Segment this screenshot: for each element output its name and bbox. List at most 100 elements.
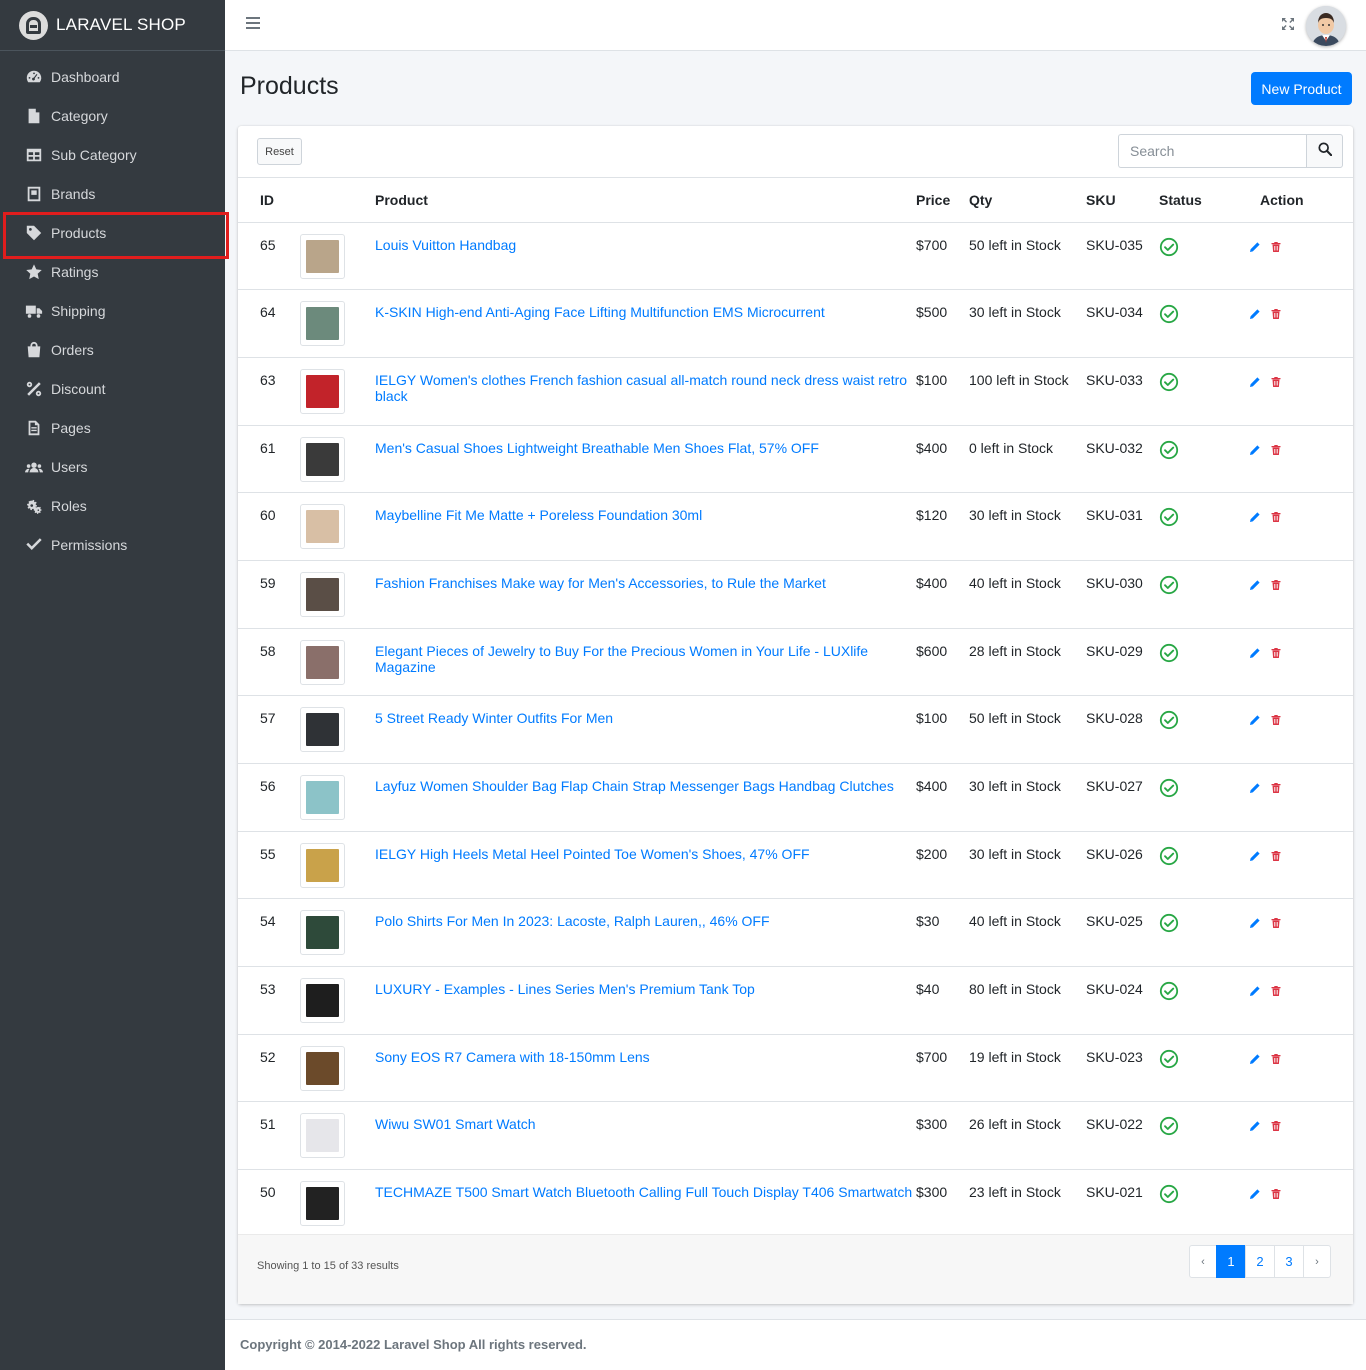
edit-icon[interactable] [1249,443,1261,459]
product-thumbnail[interactable] [300,775,345,820]
product-link[interactable]: Polo Shirts For Men In 2023: Lacoste, Ra… [375,913,770,929]
edit-icon[interactable] [1249,1052,1261,1068]
product-thumbnail[interactable] [300,368,345,414]
product-price: $200 [916,831,969,900]
product-link[interactable]: Layfuz Women Shoulder Bag Flap Chain Str… [375,778,894,794]
product-qty: 40 left in Stock [969,560,1086,629]
edit-icon[interactable] [1249,578,1261,594]
product-link[interactable]: IELGY Women's clothes French fashion cas… [375,372,907,404]
product-thumbnail[interactable] [300,571,345,617]
product-thumbnail[interactable] [300,842,345,888]
search-icon [1317,141,1332,161]
delete-icon[interactable] [1270,510,1282,526]
search-button[interactable] [1306,134,1343,168]
delete-icon[interactable] [1270,781,1282,797]
sidebar-item-roles[interactable]: Roles [0,486,225,525]
product-link[interactable]: Men's Casual Shoes Lightweight Breathabl… [375,440,819,456]
table-icon [24,146,44,164]
delete-icon[interactable] [1270,443,1282,459]
product-link[interactable]: Sony EOS R7 Camera with 18-150mm Lens [375,1049,650,1065]
edit-icon[interactable] [1249,240,1261,256]
delete-icon[interactable] [1270,1052,1282,1068]
product-thumbnail[interactable] [300,910,345,956]
edit-icon[interactable] [1249,984,1261,1000]
delete-icon[interactable] [1270,375,1282,391]
table-row: 64 K-SKIN High-end Anti-Aging Face Liftin… [238,289,1353,358]
sidebar-item-users[interactable]: Users [0,447,225,486]
delete-icon[interactable] [1270,1187,1282,1203]
page-title: Products [240,72,339,100]
edit-icon[interactable] [1249,307,1261,323]
status-active-icon [1159,914,1179,936]
product-link[interactable]: Fashion Franchises Make way for Men's Ac… [375,575,826,591]
fullscreen-icon[interactable] [1281,17,1295,31]
sidebar-item-brands[interactable]: Brands [0,174,225,213]
product-thumbnail[interactable] [300,978,345,1024]
pagination-next[interactable]: › [1303,1245,1331,1278]
product-actions-cell [1249,560,1353,629]
edit-icon[interactable] [1249,713,1261,729]
sidebar-item-category[interactable]: Category [0,96,225,135]
product-thumbnail[interactable] [300,639,345,685]
user-avatar[interactable] [1306,6,1346,46]
product-qty: 100 left in Stock [969,357,1086,426]
pagination-page[interactable]: 2 [1245,1245,1275,1278]
search-input[interactable] [1118,134,1306,168]
product-link[interactable]: 5 Street Ready Winter Outfits For Men [375,710,613,726]
product-actions-cell [1249,966,1353,1035]
delete-icon[interactable] [1270,713,1282,729]
edit-icon[interactable] [1249,375,1261,391]
table-header-row: ID Product Price Qty SKU Status Action [238,178,1353,223]
menu-toggle-icon[interactable] [246,17,260,30]
product-thumbnail[interactable] [300,301,345,347]
product-link[interactable]: LUXURY - Examples - Lines Series Men's P… [375,981,755,997]
delete-icon[interactable] [1270,578,1282,594]
product-thumbnail[interactable] [300,436,345,482]
sidebar-item-orders[interactable]: Orders [0,330,225,369]
delete-icon[interactable] [1270,1119,1282,1135]
reset-button[interactable]: Reset [257,138,302,165]
product-price: $700 [916,1034,969,1103]
pagination-page[interactable]: 1 [1216,1245,1246,1278]
delete-icon[interactable] [1270,984,1282,1000]
sidebar-item-shipping[interactable]: Shipping [0,291,225,330]
product-thumbnail[interactable] [300,707,345,753]
sidebar-item-dashboard[interactable]: Dashboard [0,57,225,96]
sidebar-item-permissions[interactable]: Permissions [0,525,225,564]
product-link[interactable]: TECHMAZE T500 Smart Watch Bluetooth Call… [375,1184,912,1200]
sidebar-item-sub-category[interactable]: Sub Category [0,135,225,174]
product-link[interactable]: IELGY High Heels Metal Heel Pointed Toe … [375,846,810,862]
product-link[interactable]: Louis Vuitton Handbag [375,237,516,253]
sidebar-item-discount[interactable]: Discount [0,369,225,408]
product-link[interactable]: Maybelline Fit Me Matte + Poreless Found… [375,507,702,523]
brand[interactable]: LARAVEL SHOP [0,0,225,51]
product-link[interactable]: Wiwu SW01 Smart Watch [375,1116,536,1132]
pagination-page[interactable]: 3 [1274,1245,1304,1278]
sidebar-item-ratings[interactable]: Ratings [0,252,225,291]
product-thumbnail[interactable] [300,233,345,279]
edit-icon[interactable] [1249,781,1261,797]
delete-icon[interactable] [1270,916,1282,932]
sidebar-item-products[interactable]: Products [0,212,229,259]
delete-icon[interactable] [1270,849,1282,865]
pagination-prev[interactable]: ‹ [1189,1245,1217,1278]
sidebar-item-pages[interactable]: Pages [0,408,225,447]
product-thumbnail[interactable] [300,1045,345,1091]
product-link[interactable]: K-SKIN High-end Anti-Aging Face Lifting … [375,304,825,320]
edit-icon[interactable] [1249,849,1261,865]
product-thumbnail[interactable] [300,1181,345,1227]
edit-icon[interactable] [1249,510,1261,526]
product-thumbnail[interactable] [300,1113,345,1159]
edit-icon[interactable] [1249,1119,1261,1135]
delete-icon[interactable] [1270,240,1282,256]
delete-icon[interactable] [1270,307,1282,323]
product-qty: 50 left in Stock [969,222,1086,291]
product-thumbnail-cell [300,492,375,561]
product-link[interactable]: Elegant Pieces of Jewelry to Buy For the… [375,643,868,675]
new-product-button[interactable]: New Product [1251,72,1352,105]
edit-icon[interactable] [1249,1187,1261,1203]
delete-icon[interactable] [1270,646,1282,662]
edit-icon[interactable] [1249,916,1261,932]
product-thumbnail[interactable] [300,504,345,550]
edit-icon[interactable] [1249,646,1261,662]
